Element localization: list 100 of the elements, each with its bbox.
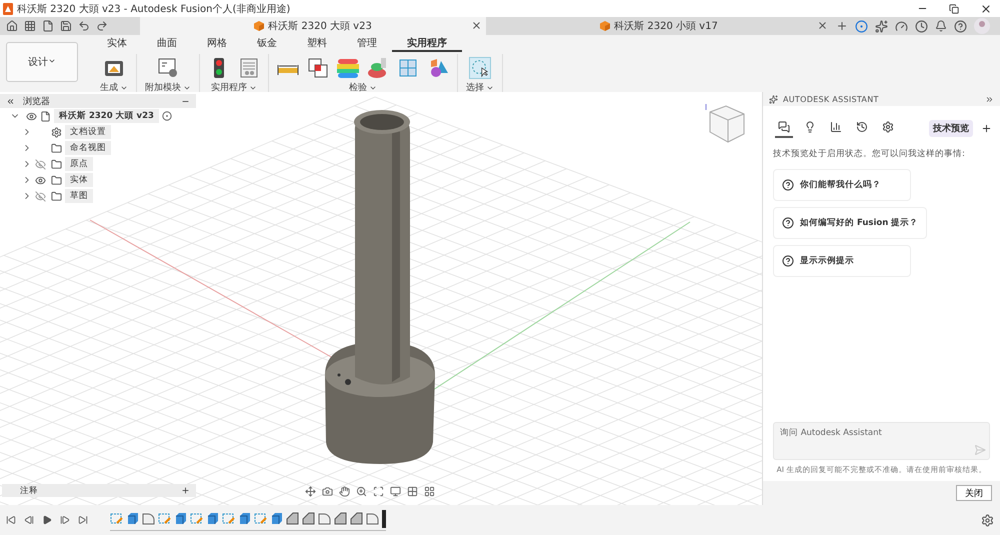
extrude-icon[interactable] — [174, 512, 187, 525]
add-icon[interactable] — [981, 122, 992, 134]
restore-icon[interactable] — [949, 4, 959, 14]
settings-icon[interactable] — [981, 514, 994, 526]
ribbon-tab[interactable]: 网格 — [192, 39, 242, 52]
close-icon[interactable] — [471, 20, 482, 31]
grid-icon[interactable] — [407, 486, 418, 497]
panel-title: 注释 — [20, 484, 39, 496]
workspace-dropdown[interactable]: 设计 — [6, 42, 78, 82]
timeline-marker[interactable] — [382, 510, 386, 528]
chamfer-icon[interactable] — [286, 512, 299, 525]
chamfer-icon[interactable] — [350, 512, 363, 525]
fillet-icon[interactable] — [142, 512, 155, 525]
eye-icon[interactable] — [35, 174, 46, 186]
extrude-icon[interactable] — [238, 512, 251, 525]
previous-icon[interactable] — [24, 515, 34, 525]
display-icon[interactable] — [390, 486, 401, 497]
fillet-icon[interactable] — [318, 512, 331, 525]
activate-icon[interactable] — [162, 111, 172, 121]
prompt-field[interactable]: 询问 Autodesk Assistant — [773, 422, 990, 460]
collapse-icon[interactable] — [6, 96, 15, 106]
tool-group-dropdown[interactable]: 检验 — [349, 81, 377, 94]
pan-icon[interactable] — [339, 486, 350, 497]
tree-item[interactable]: 草图 — [65, 189, 93, 203]
table-icon[interactable] — [238, 56, 260, 78]
chat-icon — [778, 121, 790, 133]
settings-icon — [882, 121, 894, 133]
eye-icon[interactable] — [26, 110, 37, 122]
ribbon-tab[interactable]: 实用程序 — [392, 39, 462, 52]
close-button[interactable]: 关闭 — [956, 485, 992, 501]
close-icon[interactable] — [817, 20, 828, 31]
help-icon[interactable] — [954, 20, 967, 32]
redo-icon[interactable] — [96, 20, 108, 32]
sketch-icon[interactable] — [110, 512, 123, 525]
next-icon[interactable] — [60, 515, 70, 525]
assistant-icon — [769, 94, 778, 104]
settings-icon — [51, 126, 62, 138]
tool-group-dropdown[interactable]: 实用程序 — [211, 81, 257, 94]
first-icon[interactable] — [6, 515, 16, 525]
ribbon-tab[interactable]: 曲面 — [142, 39, 192, 52]
sketch-icon[interactable] — [158, 512, 171, 525]
undo-icon[interactable] — [78, 20, 90, 32]
ribbon-tab[interactable]: 实体 — [92, 39, 142, 52]
tree-item[interactable]: 科沃斯 2320 大頭 v23 — [54, 109, 159, 123]
assistant-icon[interactable] — [875, 20, 888, 32]
ribbon-tab[interactable]: 钣金 — [242, 39, 292, 52]
folder-icon — [51, 142, 62, 154]
bell-icon[interactable] — [935, 20, 947, 32]
file-icon[interactable] — [42, 20, 54, 32]
zoom-icon[interactable] — [356, 486, 367, 497]
eye-off-icon[interactable] — [35, 190, 46, 202]
fillet-icon[interactable] — [366, 512, 379, 525]
panel-title: AUTODESK ASSISTANT — [783, 94, 880, 104]
script-icon[interactable] — [157, 56, 179, 78]
suggestion-button[interactable]: 你们能帮我什么吗？ — [773, 169, 911, 201]
tool-group-dropdown[interactable]: 附加模块 — [145, 81, 191, 94]
history-icon — [856, 121, 868, 133]
document-tab[interactable]: 科沃斯 2320 大頭 v23 — [140, 17, 486, 35]
select-icon[interactable] — [469, 56, 491, 78]
tool-group-dropdown[interactable]: 生成 — [100, 81, 128, 94]
extrude-icon[interactable] — [126, 512, 139, 525]
curvature-icon[interactable] — [367, 56, 389, 78]
document-icon — [600, 21, 610, 31]
sketch-icon[interactable] — [190, 512, 203, 525]
tree-item[interactable]: 实体 — [65, 173, 93, 187]
chamfer-icon[interactable] — [302, 512, 315, 525]
suggestion-button[interactable]: 显示示例提示 — [773, 245, 911, 277]
extrude-icon[interactable] — [270, 512, 283, 525]
tree-item[interactable]: 文档设置 — [65, 125, 111, 139]
ribbon-tab[interactable]: 管理 — [342, 39, 392, 52]
clock-icon[interactable] — [915, 20, 928, 32]
preview-badge: 技术预览 — [929, 120, 973, 136]
overlap-icon[interactable] — [307, 56, 329, 78]
help-icon — [782, 217, 794, 229]
ribbon-tab[interactable]: 塑料 — [292, 39, 342, 52]
folder-icon — [51, 158, 62, 170]
folder-icon — [51, 174, 62, 186]
sketch-icon[interactable] — [254, 512, 267, 525]
play-icon[interactable] — [42, 515, 52, 525]
save-icon[interactable] — [60, 20, 72, 32]
expand-icon[interactable] — [985, 94, 994, 104]
extrude-icon[interactable] — [206, 512, 219, 525]
view-cube-icon — [706, 104, 744, 143]
chamfer-icon[interactable] — [334, 512, 347, 525]
viewports-icon[interactable] — [424, 486, 435, 497]
intro-text: 技术预览处于启用状态。您可以问我这样的事情: — [773, 148, 966, 160]
fit-icon[interactable] — [373, 486, 384, 497]
suggestion-button[interactable]: 如何编写好的 Fusion 提示？ — [773, 207, 928, 239]
home-icon[interactable] — [6, 20, 18, 32]
last-icon[interactable] — [78, 515, 88, 525]
new-tab-icon[interactable] — [836, 20, 848, 32]
tool-group-dropdown[interactable]: 选择 — [466, 81, 494, 94]
tree-item[interactable]: 原点 — [65, 157, 93, 171]
sketch-icon[interactable] — [222, 512, 235, 525]
eye-off-icon[interactable] — [35, 158, 46, 170]
apps-grid-icon[interactable] — [24, 20, 36, 32]
close-icon[interactable] — [980, 2, 992, 14]
tree-item[interactable]: 命名视图 — [65, 141, 111, 155]
section-icon[interactable] — [397, 56, 419, 78]
color-barrel-icon[interactable] — [337, 56, 359, 78]
